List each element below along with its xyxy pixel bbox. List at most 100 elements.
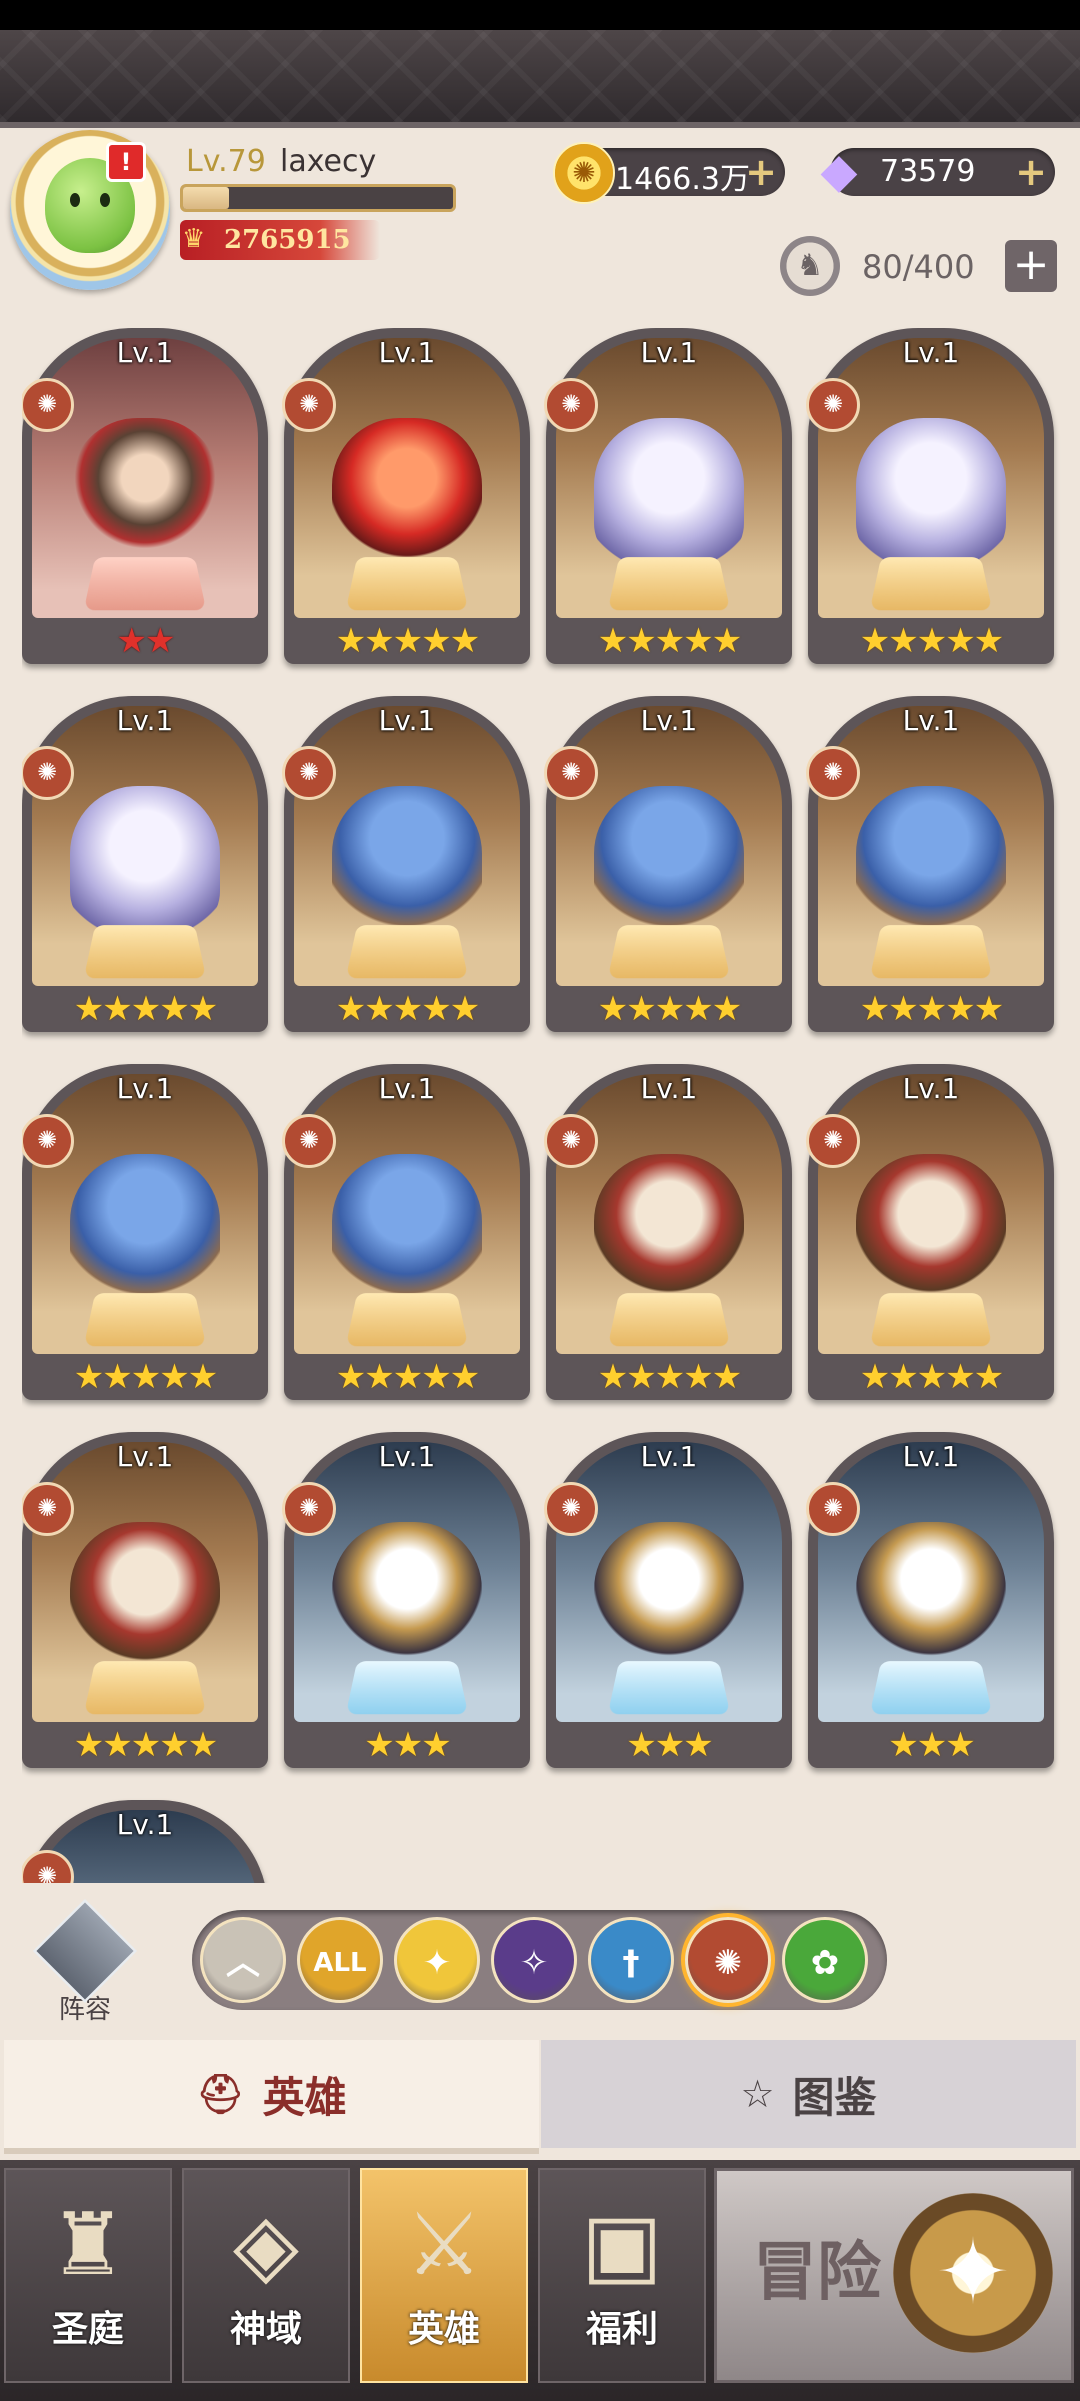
hero-card[interactable]: Lv.1 ✺ ★★★★★ bbox=[22, 1432, 268, 1768]
hero-level: Lv.1 bbox=[640, 704, 698, 737]
hero-card[interactable]: Lv.1 ✺ ★★★★★ bbox=[282, 1064, 530, 1400]
filter-dark-button[interactable]: ✧ bbox=[491, 1917, 577, 2003]
beast-class-icon: ✺ bbox=[544, 746, 598, 800]
pedestal bbox=[83, 1661, 207, 1715]
hero-portrait bbox=[294, 706, 520, 986]
hero-portrait bbox=[556, 1442, 782, 1722]
hero-card[interactable]: Lv.1 ✺ ★★★★★ bbox=[22, 696, 268, 1032]
wolf-sprite bbox=[594, 786, 744, 936]
nav-divine-label: 神域 bbox=[229, 2309, 302, 2350]
status-bar bbox=[0, 0, 1080, 30]
hero-star-rating: ★★★★★ bbox=[597, 1357, 742, 1397]
nav-divine[interactable]: ◈ 神域 bbox=[182, 2168, 350, 2383]
hero-star-rating: ★★★ bbox=[364, 1725, 451, 1765]
wolf-sprite bbox=[856, 786, 1006, 936]
hero-star-rating: ★★ bbox=[116, 621, 176, 661]
pedestal bbox=[345, 1661, 469, 1715]
nav-court[interactable]: ♜ 圣庭 bbox=[4, 2168, 172, 2383]
pedestal bbox=[607, 1293, 731, 1347]
add-gold-button[interactable]: + bbox=[745, 150, 777, 194]
hero-star-rating: ★★★★★ bbox=[335, 621, 480, 661]
hero-capacity-icon: ♞ bbox=[780, 236, 840, 296]
hero-portrait bbox=[32, 338, 258, 618]
hero-level: Lv.1 bbox=[378, 1072, 436, 1105]
hero-level: Lv.1 bbox=[640, 336, 698, 369]
hero-card[interactable]: Lv.1 ✺ ★★★★★ bbox=[282, 696, 530, 1032]
hero-card[interactable]: Lv.1 ✺ ★★★★★ bbox=[544, 696, 792, 1032]
diamond-icon: ◆ bbox=[820, 143, 858, 199]
deer-shaman-sprite bbox=[856, 1154, 1006, 1304]
tab-codex[interactable]: ☆ 图鉴 bbox=[541, 2040, 1076, 2148]
nav-welfare[interactable]: ▣ 福利 bbox=[538, 2168, 706, 2383]
crystal-shrine-icon: ◈ bbox=[232, 2195, 300, 2295]
formation-button[interactable]: 阵容 bbox=[30, 1898, 140, 2025]
hero-card[interactable]: Lv.1 ✺ ★★★ bbox=[806, 1432, 1054, 1768]
yeti-sprite bbox=[856, 418, 1006, 568]
pedestal bbox=[869, 925, 993, 979]
hero-level: Lv.1 bbox=[116, 704, 174, 737]
hero-portrait bbox=[32, 1442, 258, 1722]
hero-portrait bbox=[818, 1074, 1044, 1354]
hero-card[interactable]: Lv.1 ✺ ★★★★★ bbox=[544, 1064, 792, 1400]
deer-shaman-sprite bbox=[70, 1522, 220, 1672]
beast-class-icon: ✺ bbox=[282, 1114, 336, 1168]
pedestal bbox=[607, 1661, 731, 1715]
tab-heroes-label: 英雄 bbox=[262, 2072, 347, 2122]
nav-heroes[interactable]: ⚔ 英雄 bbox=[360, 2168, 528, 2383]
beast-class-icon: ✺ bbox=[22, 378, 74, 432]
hero-card[interactable]: Lv.1 ✺ bbox=[22, 1800, 268, 1883]
hero-card[interactable]: Lv.1 ✺ ★★★ bbox=[544, 1432, 792, 1768]
gold-value: 1466.3万 bbox=[615, 162, 750, 197]
pedestal bbox=[869, 557, 993, 611]
hero-card[interactable]: Lv.1 ✺ ★★★★★ bbox=[806, 696, 1054, 1032]
pedestal bbox=[345, 925, 469, 979]
hero-tabs: ⛑ 英雄 ☆ 图鉴 bbox=[0, 2040, 1080, 2154]
gem-currency[interactable]: ◆ 73579 + bbox=[821, 143, 1055, 199]
eagle-warrior-sprite bbox=[594, 1522, 744, 1672]
expand-capacity-button[interactable]: + bbox=[1005, 240, 1057, 292]
add-gem-button[interactable]: + bbox=[1015, 150, 1047, 194]
hero-level: Lv.1 bbox=[902, 1440, 960, 1473]
header-banner bbox=[0, 30, 1080, 128]
nav-adventure[interactable]: 冒险 ✦ bbox=[714, 2168, 1074, 2383]
beast-class-icon: ✺ bbox=[806, 378, 860, 432]
beast-class-icon: ✺ bbox=[22, 746, 74, 800]
wolf-sprite bbox=[70, 1154, 220, 1304]
combat-power-badge: ♛ 2765915 bbox=[180, 220, 380, 260]
player-avatar[interactable] bbox=[10, 130, 170, 290]
hero-card[interactable]: Lv.1 ✺ ★★★★★ bbox=[806, 1064, 1054, 1400]
pedestal bbox=[345, 557, 469, 611]
demon-girl-sprite bbox=[332, 418, 482, 568]
hero-portrait bbox=[818, 706, 1044, 986]
hero-card[interactable]: Lv.1 ✺ ★★★★★ bbox=[806, 328, 1054, 664]
beast-class-icon: ✺ bbox=[282, 378, 336, 432]
filter-holy-button[interactable]: † bbox=[588, 1917, 674, 2003]
castle-icon: ♜ bbox=[49, 2195, 127, 2295]
hero-card[interactable]: Lv.1 ✺ ★★★ bbox=[282, 1432, 530, 1768]
star-book-icon: ☆ bbox=[740, 2072, 775, 2116]
hero-card[interactable]: Lv.1 ✺ ★★ bbox=[22, 328, 268, 664]
hero-card[interactable]: Lv.1 ✺ ★★★★★ bbox=[22, 1064, 268, 1400]
hero-portrait bbox=[556, 1074, 782, 1354]
yeti-sprite bbox=[70, 786, 220, 936]
hero-level: Lv.1 bbox=[378, 1440, 436, 1473]
hero-capacity-text: 80/400 bbox=[862, 248, 975, 286]
filter-up-button[interactable]: ︿ bbox=[200, 1917, 286, 2003]
filter-nature-button[interactable]: ✿ bbox=[782, 1917, 868, 2003]
beast-class-icon: ✺ bbox=[22, 1482, 74, 1536]
hero-portrait bbox=[818, 338, 1044, 618]
nav-adventure-label: 冒险 bbox=[753, 2235, 881, 2310]
filter-all-button[interactable]: ALL bbox=[297, 1917, 383, 2003]
filter-beast-button[interactable]: ✺ bbox=[685, 1917, 771, 2003]
hero-card[interactable]: Lv.1 ✺ ★★★★★ bbox=[544, 328, 792, 664]
hero-card[interactable]: Lv.1 ✺ ★★★★★ bbox=[282, 328, 530, 664]
gold-currency[interactable]: ✺ 1466.3万 + bbox=[553, 142, 785, 204]
tab-heroes[interactable]: ⛑ 英雄 bbox=[4, 2040, 539, 2154]
filter-light-button[interactable]: ✦ bbox=[394, 1917, 480, 2003]
combat-power-value: 2765915 bbox=[224, 225, 351, 255]
hero-star-rating: ★★★★★ bbox=[859, 621, 1004, 661]
beast-class-icon: ✺ bbox=[282, 1482, 336, 1536]
hero-star-rating: ★★★★★ bbox=[859, 989, 1004, 1029]
avatar-eye-right bbox=[100, 193, 110, 207]
treasure-chest-icon: ▣ bbox=[581, 2195, 663, 2295]
